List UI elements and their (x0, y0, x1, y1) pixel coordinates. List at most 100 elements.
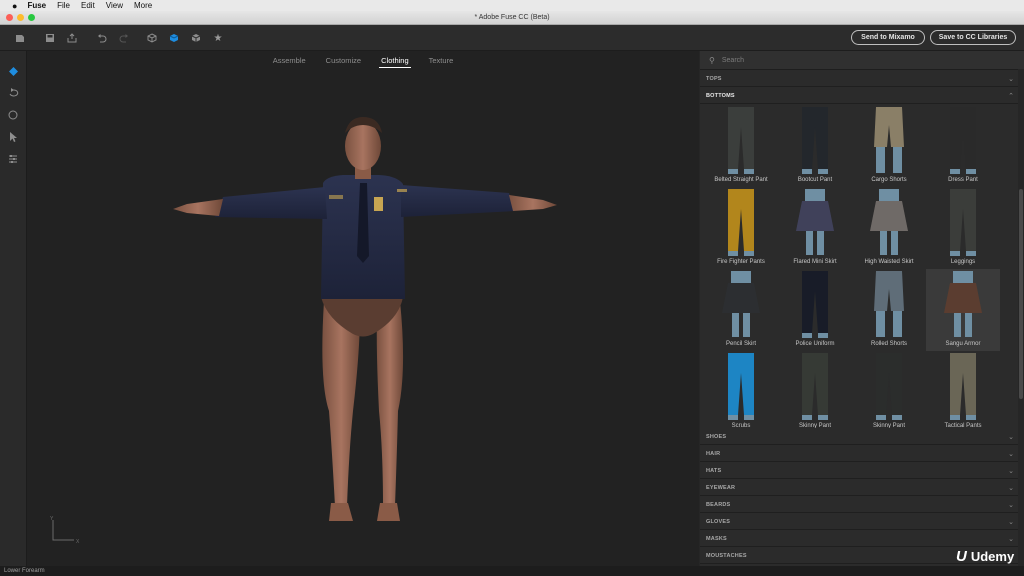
clothing-item-label: Rolled Shorts (870, 341, 908, 347)
chevron-down-icon: ⌄ (1008, 535, 1014, 543)
search-icon: ⚲ (709, 55, 715, 65)
status-text: Lower Forearm (4, 568, 45, 574)
export-icon[interactable] (64, 30, 80, 46)
panel-scrollbar[interactable] (1018, 69, 1024, 566)
chevron-down-icon: ⌄ (1008, 518, 1014, 526)
clothing-thumbnail (802, 107, 828, 174)
clothing-item[interactable]: Skinny Pant (852, 351, 926, 428)
category-shoes[interactable]: SHOES ⌄ (700, 429, 1018, 445)
category-label: SHOES (706, 433, 727, 440)
clothing-item[interactable]: Dress Pant (926, 105, 1000, 187)
menu-file[interactable]: File (57, 1, 70, 10)
app-menu-fuse[interactable]: Fuse (27, 1, 46, 10)
send-to-mixamo-button[interactable]: Send to Mixamo (851, 30, 925, 45)
clothing-item[interactable]: High Waisted Skirt (852, 187, 926, 269)
category-hair[interactable]: HAIR ⌄ (700, 446, 1018, 462)
clothing-item-label: Belted Straight Pant (714, 177, 768, 183)
window-controls (6, 14, 35, 21)
category-hats[interactable]: HATS ⌄ (700, 463, 1018, 479)
status-bar: Lower Forearm (0, 566, 1024, 576)
clothing-thumbnail (796, 189, 834, 255)
clothing-thumbnail (722, 271, 760, 337)
clothing-thumbnail (802, 271, 828, 338)
category-masks[interactable]: MASKS ⌄ (700, 531, 1018, 547)
main-toolbar: ★ Send to Mixamo Save to CC Libraries (0, 25, 1024, 51)
clothing-thumbnail (728, 353, 754, 420)
category-beards[interactable]: BEARDS ⌄ (700, 497, 1018, 513)
category-bottoms[interactable]: BOTTOMS ⌃ (700, 88, 1018, 104)
clothing-item[interactable]: Tactical Pants (926, 351, 1000, 428)
clothing-item[interactable]: Scrubs (704, 351, 778, 428)
minimize-window-button[interactable] (17, 14, 24, 21)
udemy-watermark: U Udemy (956, 548, 1014, 565)
menu-view[interactable]: View (106, 1, 123, 10)
window-title: * Adobe Fuse CC (Beta) (474, 14, 550, 21)
clothing-thumbnail (950, 189, 976, 256)
clothing-item[interactable]: Pencil Skirt (704, 269, 778, 351)
category-label: MOUSTACHES (706, 552, 747, 559)
favorite-star-icon[interactable]: ★ (210, 30, 226, 46)
import-icon[interactable] (12, 30, 28, 46)
axis-x-label: X (76, 539, 80, 545)
shaded-cube-icon[interactable] (166, 30, 182, 46)
category-tops[interactable]: TOPS ⌄ (700, 71, 1018, 87)
clothing-item-label: Pencil Skirt (725, 341, 756, 347)
chevron-down-icon: ⌄ (1008, 433, 1014, 441)
category-eyewear[interactable]: EYEWEAR ⌄ (700, 480, 1018, 496)
apple-menu-icon[interactable]: ● (12, 1, 17, 11)
clothing-item[interactable]: Sangu Armor (926, 269, 1000, 351)
3d-viewport[interactable]: Assemble Customize Clothing Texture Y X (27, 51, 699, 566)
clothing-item[interactable]: Police Uniform (778, 269, 852, 351)
clothing-thumbnail (728, 107, 754, 174)
clothing-item-label: Cargo Shorts (871, 177, 907, 183)
scroll-thumb[interactable] (1019, 189, 1023, 399)
clothing-item-label: Tactical Pants (944, 423, 982, 428)
chevron-down-icon: ⌄ (1008, 75, 1014, 83)
character-model[interactable] (27, 51, 699, 566)
clothing-item-label: Skinny Pant (798, 423, 832, 428)
clothing-item[interactable]: Skinny Pant (778, 351, 852, 428)
clothing-item[interactable]: Flared Mini Skirt (778, 187, 852, 269)
orbit-icon[interactable] (5, 107, 21, 123)
category-gloves[interactable]: GLOVES ⌄ (700, 514, 1018, 530)
wireframe-cube-icon[interactable] (144, 30, 160, 46)
pointer-icon[interactable] (5, 129, 21, 145)
textured-cube-icon[interactable] (188, 30, 204, 46)
clothing-item-label: Sangu Armor (945, 341, 981, 347)
clothing-thumbnail (874, 107, 904, 173)
rotate-icon[interactable] (5, 85, 21, 101)
close-window-button[interactable] (6, 14, 13, 21)
settings-sliders-icon[interactable] (5, 151, 21, 167)
search-bar[interactable]: ⚲ Search (700, 51, 1024, 70)
clothing-item-label: Police Uniform (795, 341, 835, 347)
menu-edit[interactable]: Edit (81, 1, 95, 10)
search-input[interactable]: Search (722, 57, 744, 64)
category-label: TOPS (706, 75, 722, 82)
clothing-item[interactable]: Bootcut Pant (778, 105, 852, 187)
watermark-text: Udemy (970, 549, 1015, 564)
clothing-item[interactable]: Belted Straight Pant (704, 105, 778, 187)
clothing-item[interactable]: Rolled Shorts (852, 269, 926, 351)
zoom-window-button[interactable] (28, 14, 35, 21)
clothing-thumbnail (870, 189, 908, 255)
axis-gizmo: Y X (48, 516, 88, 546)
menu-more[interactable]: More (134, 1, 152, 10)
clothing-item-label: Skinny Pant (872, 423, 906, 428)
clothing-item-label: Flared Mini Skirt (793, 259, 837, 265)
clothing-item[interactable]: Leggings (926, 187, 1000, 269)
chevron-down-icon: ⌄ (1008, 467, 1014, 475)
select-tool-icon[interactable] (5, 63, 21, 79)
chevron-down-icon: ⌄ (1008, 450, 1014, 458)
redo-icon[interactable] (116, 30, 132, 46)
clothing-item-label: Bootcut Pant (797, 177, 833, 183)
undo-icon[interactable] (94, 30, 110, 46)
clothing-panel: ⚲ Search TOPS ⌄ BOTTOMS ⌃ Belted Straigh… (700, 51, 1024, 566)
save-to-cc-libraries-button[interactable]: Save to CC Libraries (930, 30, 1016, 45)
clothing-thumbnail (728, 189, 754, 256)
save-icon[interactable] (42, 30, 58, 46)
clothing-item[interactable]: Cargo Shorts (852, 105, 926, 187)
clothing-item-label: Scrubs (731, 423, 751, 428)
window-title-bar: * Adobe Fuse CC (Beta) (0, 11, 1024, 25)
category-label: EYEWEAR (706, 484, 736, 491)
clothing-item[interactable]: Fire Fighter Pants (704, 187, 778, 269)
